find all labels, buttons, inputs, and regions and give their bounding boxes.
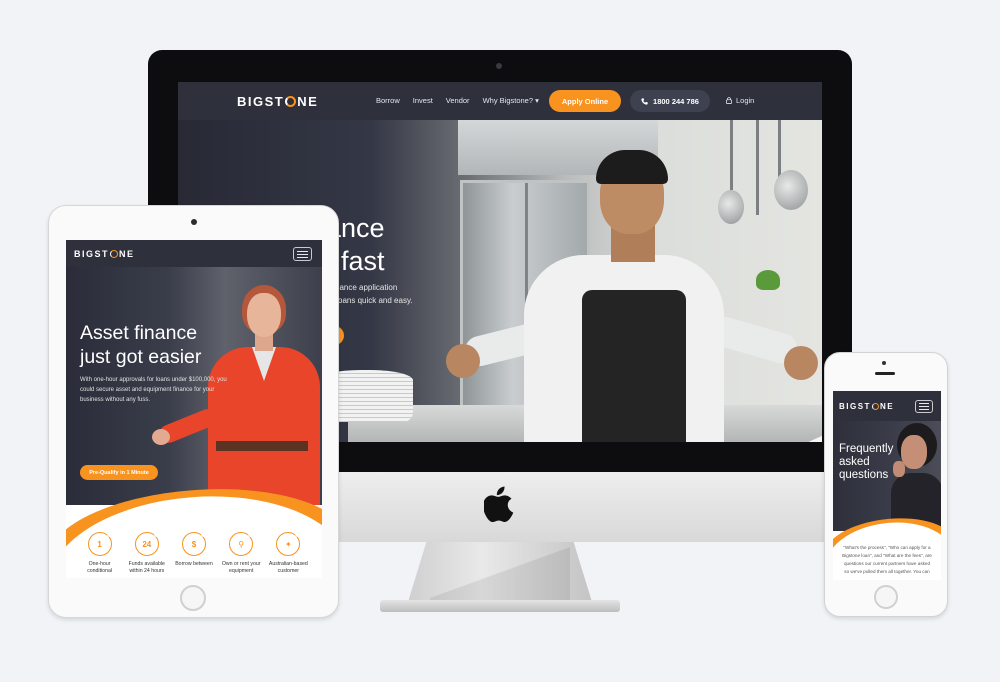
logo-text-end: NE bbox=[879, 402, 895, 411]
hanging-utensil bbox=[778, 120, 781, 180]
feature-label: Australian-based customer bbox=[268, 561, 308, 574]
nav-why-bigstone[interactable]: Why Bigstone? ▾ bbox=[483, 96, 539, 105]
mobile-navbar: BIGST NE bbox=[833, 391, 941, 421]
logo-ring-icon bbox=[871, 403, 879, 410]
feature-label: Own or rent your equipment bbox=[221, 561, 261, 574]
feature-item: 1 One-hour conditional bbox=[78, 531, 122, 578]
phone-icon bbox=[641, 97, 648, 105]
device-mockup-stage: BIGST NE Borrow Invest Vendor Why Bigston… bbox=[0, 0, 1000, 682]
ipad-screen: BIGST NE Asset finance just got easier Wi… bbox=[66, 240, 322, 578]
lock-icon bbox=[726, 97, 732, 104]
hanging-sieve bbox=[718, 190, 744, 224]
prequalify-button[interactable]: Pre-Qualify in 1 Minute bbox=[80, 465, 158, 480]
tablet-navbar: BIGST NE bbox=[66, 240, 322, 267]
mobile-menu-icon[interactable] bbox=[915, 400, 933, 413]
feature-item: ⚲ Own or rent your equipment bbox=[219, 531, 263, 578]
desktop-logo[interactable]: BIGST NE bbox=[237, 94, 318, 109]
australia-map-icon: ✦ bbox=[276, 531, 302, 556]
nav-invest[interactable]: Invest bbox=[413, 96, 433, 105]
feature-item: 24 Funds available within 24 hours bbox=[125, 531, 169, 578]
iphone-home-button[interactable] bbox=[874, 585, 898, 609]
logo-ring-icon bbox=[110, 250, 119, 258]
tablet-hero-title: Asset finance just got easier bbox=[80, 322, 202, 368]
dollar-icon: $ bbox=[181, 531, 207, 556]
iphone-speaker bbox=[875, 372, 895, 375]
apply-online-button[interactable]: Apply Online bbox=[549, 90, 621, 112]
one-hour-icon: 1 bbox=[87, 531, 113, 556]
tablet-menu-icon[interactable] bbox=[293, 247, 312, 261]
logo-text-start: BIGST bbox=[237, 94, 285, 109]
iphone-screen: BIGST NE Frequently asked questions "What… bbox=[833, 391, 941, 580]
phone-number: 1800 244 786 bbox=[653, 96, 699, 106]
potted-plant bbox=[756, 270, 780, 290]
apple-logo-icon bbox=[484, 486, 514, 522]
desktop-navbar: BIGST NE Borrow Invest Vendor Why Bigston… bbox=[178, 82, 822, 120]
chef-hand-left bbox=[446, 344, 480, 378]
tablet-hero-subtitle: With one-hour approvals for loans under … bbox=[80, 377, 227, 403]
ipad-camera bbox=[191, 219, 197, 225]
nav-borrow[interactable]: Borrow bbox=[376, 96, 400, 105]
woman-belt bbox=[216, 441, 308, 451]
desktop-menu: Borrow Invest Vendor Why Bigstone? ▾ bbox=[376, 96, 552, 105]
woman-hand bbox=[152, 429, 170, 445]
ipad-home-button[interactable] bbox=[180, 585, 206, 611]
hanging-utensil bbox=[756, 120, 759, 215]
imac-stand-shade bbox=[430, 542, 570, 602]
chef-apron bbox=[582, 290, 686, 442]
feature-item: ✦ Australian-based customer bbox=[266, 531, 310, 578]
logo-text-start: BIGST bbox=[839, 402, 871, 411]
iphone-camera bbox=[882, 361, 886, 365]
imac-stand-foot bbox=[380, 600, 620, 612]
tablet-hero-text: Asset finance just got easier With one-h… bbox=[80, 321, 230, 405]
woman-face bbox=[247, 293, 281, 337]
tablet-feature-list: 1 One-hour conditional 24 Funds availabl… bbox=[66, 531, 322, 578]
hanging-pot bbox=[774, 170, 808, 210]
mobile-logo[interactable]: BIGST NE bbox=[839, 402, 894, 411]
phone-button[interactable]: 1800 244 786 bbox=[630, 90, 710, 112]
logo-text-end: NE bbox=[119, 249, 135, 259]
logo-ring-icon bbox=[285, 96, 297, 107]
logo-text-start: BIGST bbox=[74, 249, 110, 259]
mobile-faq-intro: "What's the process", "Who can apply for… bbox=[842, 545, 932, 574]
feature-label: One-hour conditional bbox=[87, 561, 112, 574]
tablet-logo[interactable]: BIGST NE bbox=[74, 249, 135, 259]
mobile-hero-title: Frequently asked questions bbox=[839, 443, 894, 481]
mobile-hero: Frequently asked questions bbox=[833, 421, 941, 531]
feature-label: Borrow between bbox=[175, 561, 213, 567]
feature-item: $ Borrow between bbox=[172, 531, 216, 578]
key-icon: ⚲ bbox=[229, 531, 255, 556]
imac-camera bbox=[496, 63, 502, 69]
woman-face bbox=[901, 435, 927, 469]
logo-text-end: NE bbox=[297, 94, 319, 109]
login-label: Login bbox=[736, 96, 755, 105]
tablet-hero: Asset finance just got easier With one-h… bbox=[66, 267, 322, 505]
hanging-utensil bbox=[730, 120, 733, 190]
chef-hand-right bbox=[784, 346, 818, 380]
feature-label: Funds available within 24 hours bbox=[128, 561, 165, 574]
twenty-four-hours-icon: 24 bbox=[134, 531, 160, 556]
login-link[interactable]: Login bbox=[726, 96, 754, 105]
nav-vendor[interactable]: Vendor bbox=[446, 96, 470, 105]
